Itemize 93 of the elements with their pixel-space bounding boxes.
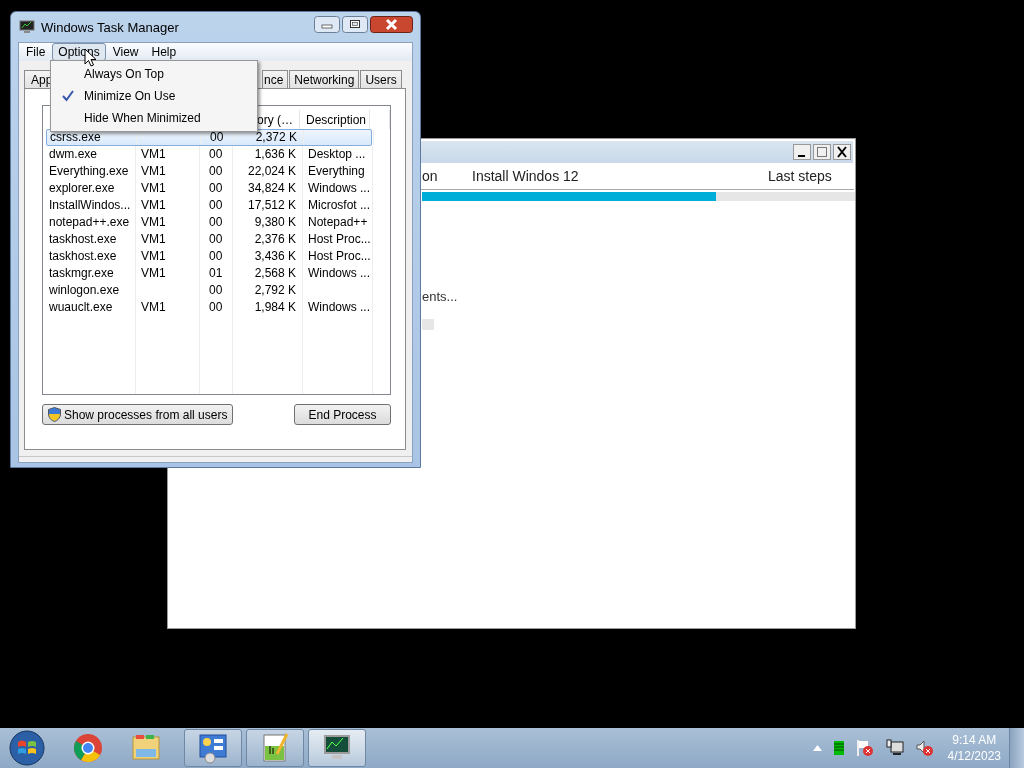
- step-label: Last steps: [768, 168, 833, 184]
- table-cell-text: explorer.exe: [48, 180, 115, 197]
- step-label: on: [422, 168, 439, 184]
- process-row[interactable]: InstallWindos... VM1 00 17,512 K Microsfot ...: [46, 197, 372, 214]
- table-cell-text: 00: [208, 248, 223, 265]
- table-cell: 9,380 K: [254, 214, 296, 231]
- process-row[interactable]: winlogon.exe 00 2,792 K: [46, 282, 372, 299]
- taskbar-button[interactable]: [308, 729, 366, 767]
- menu-item[interactable]: File: [20, 43, 52, 61]
- table-cell: 3,436 K: [254, 248, 296, 265]
- menu-item[interactable]: Minimize On Use: [51, 85, 257, 107]
- table-cell-text: VM1: [140, 248, 166, 265]
- taskbar-button[interactable]: [184, 729, 242, 767]
- status-text: ents...: [422, 289, 459, 304]
- table-cell-text: InstallWindos...: [48, 197, 131, 214]
- network-icon[interactable]: [885, 739, 904, 757]
- table-cell-text: VM1: [140, 146, 166, 163]
- table-cell: 2,568 K: [254, 265, 296, 282]
- end-process-button[interactable]: End Process: [294, 404, 391, 425]
- speaker-muted-icon[interactable]: [915, 739, 934, 757]
- process-row[interactable]: dwm.exe VM1 00 1,636 K Desktop ...: [46, 146, 372, 163]
- table-cell: 2,376 K: [254, 231, 296, 248]
- start-button[interactable]: [8, 729, 46, 767]
- process-row[interactable]: explorer.exe VM1 00 34,824 K Windows ...: [46, 180, 372, 197]
- column-header[interactable]: Description: [300, 112, 367, 127]
- table-cell-text: taskmgr.exe: [48, 265, 114, 282]
- table-cell-text: VM1: [140, 231, 166, 248]
- table-cell-text: notepad++.exe: [48, 214, 130, 231]
- table-cell-text: VM1: [140, 163, 166, 180]
- tab[interactable]: Users: [360, 70, 402, 88]
- close-button[interactable]: [370, 15, 413, 33]
- table-cell: 2,372 K: [255, 130, 297, 145]
- chrome-icon[interactable]: [72, 732, 104, 764]
- table-cell-text: 00: [208, 299, 223, 316]
- table-cell-text: winlogon.exe: [48, 282, 120, 299]
- table-cell-text: Everything.exe: [48, 163, 129, 180]
- table-cell-text: 00: [208, 180, 223, 197]
- process-row[interactable]: taskhost.exe VM1 00 2,376 K Host Proc...: [46, 231, 372, 248]
- process-row[interactable]: Everything.exe VM1 00 22,024 K Everything: [46, 163, 372, 180]
- table-cell-text: 00: [208, 163, 223, 180]
- monitor-icon: [19, 20, 35, 34]
- table-cell-text: 00: [209, 130, 224, 145]
- table-cell-text: VM1: [140, 299, 166, 316]
- control-panel-icon: [197, 732, 229, 764]
- table-cell-text: VM1: [140, 214, 166, 231]
- table-cell-text: VM1: [140, 265, 166, 282]
- show-all-processes-button[interactable]: Show processes from all users: [42, 404, 234, 425]
- process-row[interactable]: wuauclt.exe VM1 00 1,984 K Windows ...: [46, 299, 372, 316]
- table-cell-text: dwm.exe: [48, 146, 98, 163]
- table-cell-text: taskhost.exe: [48, 248, 117, 265]
- table-cell-text: 00: [208, 197, 223, 214]
- menu-item[interactable]: Hide When Minimized: [51, 107, 257, 129]
- table-cell-text: Windows ...: [307, 265, 370, 282]
- table-cell-text: Host Proc...: [307, 248, 371, 265]
- process-row[interactable]: taskmgr.exe VM1 01 2,568 K Windows ...: [46, 265, 372, 282]
- table-cell-text: 01: [208, 265, 223, 282]
- table-cell-text: 00: [208, 231, 223, 248]
- step-label: Install Windos 12: [472, 168, 580, 184]
- window-title: Windows Task Manager: [41, 19, 180, 35]
- flag-error-icon[interactable]: [855, 739, 874, 757]
- table-cell-text: Desktop ...: [307, 146, 366, 163]
- table-cell: 1,636 K: [254, 146, 296, 163]
- table-cell: 17,512 K: [247, 197, 296, 214]
- taskbar-button[interactable]: [246, 729, 304, 767]
- table-cell-text: Windows ...: [307, 180, 370, 197]
- table-cell: 2,792 K: [254, 282, 296, 299]
- table-cell-text: VM1: [140, 197, 166, 214]
- menu-item[interactable]: View: [106, 43, 145, 61]
- minimize-button[interactable]: [793, 144, 811, 160]
- process-row[interactable]: notepad++.exe VM1 00 9,380 K Notepad++: [46, 214, 372, 231]
- table-cell: 22,024 K: [247, 163, 296, 180]
- table-cell-text: Microsfot ...: [307, 197, 370, 214]
- shield-icon: [48, 407, 61, 422]
- progress-track: [422, 319, 434, 330]
- table-cell-text: csrss.exe: [49, 130, 101, 145]
- tab[interactable]: Networking: [289, 70, 360, 88]
- table-cell-text: wuauclt.exe: [48, 299, 113, 316]
- table-cell: 34,824 K: [247, 180, 296, 197]
- table-cell-text: 00: [208, 146, 223, 163]
- table-cell-text: Host Proc...: [307, 231, 371, 248]
- close-button[interactable]: [833, 144, 851, 160]
- tab[interactable]: nce: [262, 70, 289, 88]
- maximize-button[interactable]: [342, 15, 368, 33]
- table-cell-text: taskhost.exe: [48, 231, 117, 248]
- table-cell-text: Windows ...: [307, 299, 370, 316]
- table-cell: 1,984 K: [254, 299, 296, 316]
- process-row[interactable]: taskhost.exe VM1 00 3,436 K Host Proc...: [46, 248, 372, 265]
- table-cell-text: Notepad++: [307, 214, 368, 231]
- table-cell-text: VM1: [140, 180, 166, 197]
- table-cell-text: 00: [208, 282, 223, 299]
- menu-item[interactable]: Help: [145, 43, 183, 61]
- table-cell-text: 00: [208, 214, 223, 231]
- table-cell-text: Everything: [307, 163, 365, 180]
